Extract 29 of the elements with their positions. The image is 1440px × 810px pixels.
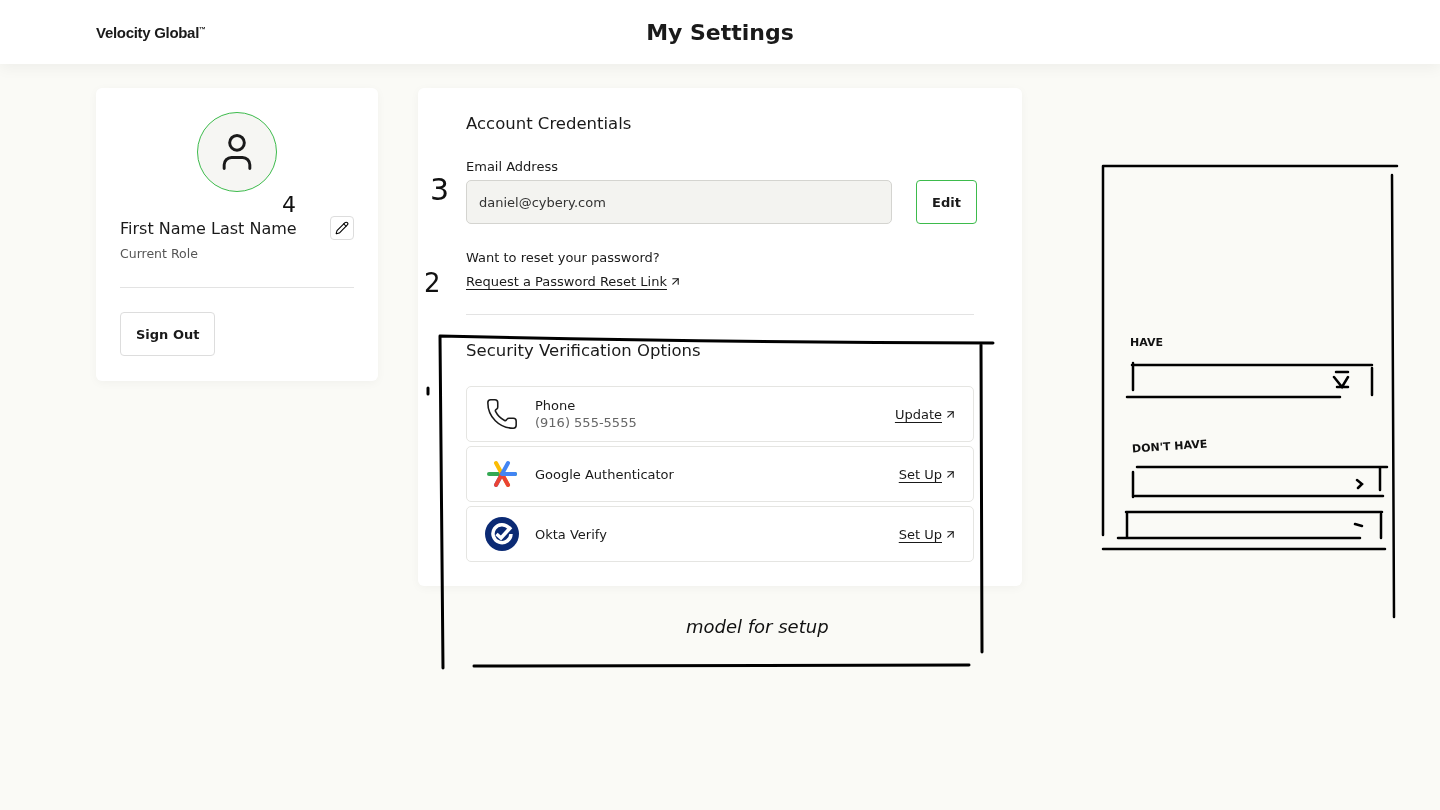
- edit-name-button[interactable]: [330, 216, 354, 240]
- field-label: Email Address: [466, 159, 559, 174]
- option-link[interactable]: Set Up: [898, 526, 957, 542]
- page-title: My Settings: [646, 19, 794, 45]
- handwritten-label: HAVE: [1130, 336, 1163, 349]
- email-field[interactable]: daniel@cybery.com: [466, 180, 892, 224]
- option-name: Google Authenticator: [535, 466, 674, 482]
- option-name: Okta Verify: [535, 526, 607, 542]
- handwritten-number: 4: [282, 192, 296, 217]
- user-role: Current Role: [120, 246, 199, 261]
- check-badge-icon: [485, 517, 519, 551]
- option-name: Phone: [535, 398, 576, 413]
- option-link[interactable]: Update: [894, 406, 957, 422]
- handwritten-number: 3: [430, 172, 450, 207]
- pencil-icon: [335, 221, 349, 235]
- phone-icon: [485, 397, 519, 431]
- reset-prompt: Want to reset your password?: [466, 250, 661, 265]
- option-link[interactable]: Set Up: [898, 466, 957, 482]
- logo[interactable]: Velocity Global$^{™}$: [96, 23, 206, 41]
- option-detail: (916) 555-5555: [535, 415, 637, 430]
- section-title: Account Credentials: [466, 114, 633, 133]
- handwritten-label: DON'T HAVE: [1131, 437, 1208, 456]
- reset-link[interactable]: Request a Password Reset Link: [466, 274, 682, 289]
- edit-button[interactable]: Edit: [916, 180, 977, 224]
- handwritten-note: model for setup: [686, 616, 829, 637]
- handwritten-number: 2: [424, 268, 441, 298]
- user-name: First Name Last Name: [120, 218, 297, 238]
- section-title: Security Verification Options: [466, 341, 702, 360]
- sign-out-button[interactable]: Sign Out: [120, 312, 216, 356]
